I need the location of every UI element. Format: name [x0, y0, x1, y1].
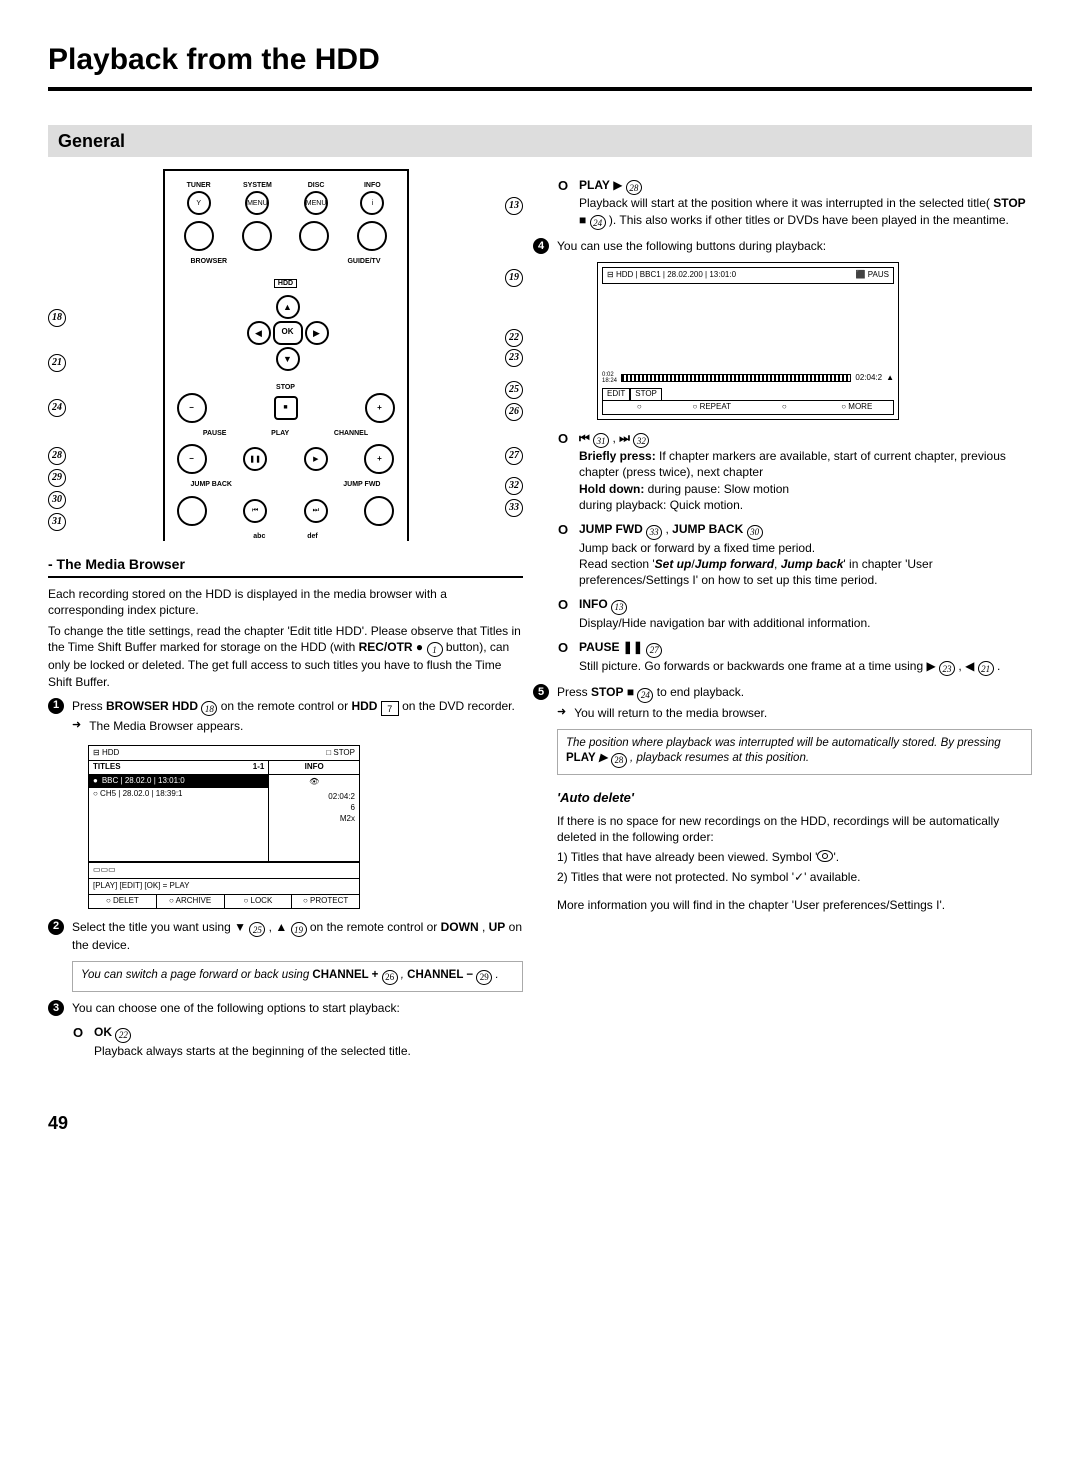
- auto-delete-item-1: 1) Titles that have already been viewed.…: [557, 849, 1032, 865]
- callout-30: 30: [48, 491, 66, 509]
- minus-icon: −: [177, 393, 207, 423]
- callout-24: 24: [48, 399, 66, 417]
- callout-25: 25: [505, 381, 523, 399]
- label-channel: CHANNEL: [334, 429, 368, 438]
- step-number-3: 3: [48, 1000, 64, 1016]
- step-5-sub: You will return to the media browser.: [557, 705, 1032, 721]
- screen-media-browser: ⊟ HDD □ STOP TITLES1-1 ●BBC | 28.02.0 | …: [88, 745, 360, 909]
- label-play: PLAY: [271, 429, 289, 438]
- minus-icon-2: −: [177, 444, 207, 474]
- step-1-sub: The Media Browser appears.: [72, 718, 523, 734]
- option-skip: O ⏮ 31 , ⏭ 32 Briefly press: If chapter …: [557, 430, 1032, 513]
- section-header-general: General: [48, 125, 1032, 157]
- tip-resume: The position where playback was interrup…: [557, 729, 1032, 775]
- auto-delete-p2: More information you will find in the ch…: [557, 897, 1032, 913]
- option-pause: O PAUSE ❚❚ 27 Still picture. Go forwards…: [557, 639, 1032, 676]
- step-number-5: 5: [533, 684, 549, 700]
- skip-back-icon: ⏮: [243, 499, 267, 523]
- right-column: O PLAY ▶ 28 Playback will start at the p…: [557, 169, 1032, 1061]
- skip-fwd-icon: ⏭: [304, 499, 328, 523]
- mb-paragraph-1: Each recording stored on the HDD is disp…: [48, 586, 523, 618]
- remote-diagram: TUNERY SYSTEMMENU DISCMENU INFOi BROWSER…: [48, 169, 523, 542]
- tip-channel-page: You can switch a page forward or back us…: [72, 961, 523, 992]
- label-def: def: [307, 532, 318, 541]
- mb-paragraph-2: To change the title settings, read the c…: [48, 623, 523, 690]
- right-arrow-icon: ▶: [305, 321, 329, 345]
- label-info: INFO: [364, 181, 381, 190]
- up-arrow-icon: ▲: [276, 295, 300, 319]
- callout-13: 13: [505, 197, 523, 215]
- label-pause: PAUSE: [203, 429, 227, 438]
- label-browser: BROWSER: [191, 257, 228, 266]
- heading-media-browser: - The Media Browser: [48, 555, 523, 578]
- auto-delete-item-2: 2) Titles that were not protected. No sy…: [557, 869, 1032, 885]
- left-column: TUNERY SYSTEMMENU DISCMENU INFOi BROWSER…: [48, 169, 523, 1061]
- heading-auto-delete: 'Auto delete': [557, 789, 1032, 807]
- callout-31: 31: [48, 513, 66, 531]
- callout-21: 21: [48, 354, 66, 372]
- ok-button-icon: OK: [273, 321, 303, 345]
- option-info: O INFO 13 Display/Hide navigation bar wi…: [557, 596, 1032, 631]
- plus-icon-2: +: [364, 444, 394, 474]
- callout-29: 29: [48, 469, 66, 487]
- label-abc: abc: [253, 532, 265, 541]
- label-tuner: TUNER: [187, 181, 211, 190]
- callout-32: 32: [505, 477, 523, 495]
- plus-icon: +: [365, 393, 395, 423]
- label-jump-back: JUMP BACK: [191, 480, 233, 489]
- step-number-1: 1: [48, 698, 64, 714]
- callout-23: 23: [505, 349, 523, 367]
- play-icon: ▶: [304, 447, 328, 471]
- callout-19: 19: [505, 269, 523, 287]
- callout-26: 26: [505, 403, 523, 421]
- pause-icon: ❚❚: [243, 447, 267, 471]
- callout-33: 33: [505, 499, 523, 517]
- page-number: 49: [48, 1111, 1032, 1135]
- step-number-4: 4: [533, 238, 549, 254]
- down-arrow-icon: ▼: [276, 347, 300, 371]
- step-1: 1 Press BROWSER HDD 18 on the remote con…: [48, 698, 523, 717]
- label-stop: STOP: [276, 384, 295, 391]
- step-3: 3 You can choose one of the following op…: [48, 1000, 523, 1016]
- option-ok: O OK 22 Playback always starts at the be…: [72, 1024, 523, 1059]
- option-play: O PLAY ▶ 28 Playback will start at the p…: [557, 177, 1032, 230]
- step-5: 5 Press STOP ■ 24 to end playback.: [533, 684, 1032, 703]
- eye-icon: [817, 850, 833, 862]
- label-jump-fwd: JUMP FWD: [343, 480, 380, 489]
- left-arrow-icon: ◀: [247, 321, 271, 345]
- label-hdd: HDD: [274, 279, 297, 288]
- callout-27: 27: [505, 447, 523, 465]
- label-guide: GUIDE/TV: [347, 257, 380, 266]
- auto-delete-p1: If there is no space for new recordings …: [557, 813, 1032, 845]
- step-number-2: 2: [48, 919, 64, 935]
- callout-28: 28: [48, 447, 66, 465]
- step-2: 2 Select the title you want using ▼ 25 ,…: [48, 919, 523, 954]
- callout-18: 18: [48, 309, 66, 327]
- screen-playback-bar: ⊟ HDD | BBC1 | 28.02.200 | 13:01:0 ⬛ PAU…: [597, 262, 899, 419]
- callout-22: 22: [505, 329, 523, 347]
- option-jump: O JUMP FWD 33 , JUMP BACK 30 Jump back o…: [557, 521, 1032, 588]
- page-title: Playback from the HDD: [48, 40, 1032, 91]
- label-system: SYSTEM: [243, 181, 272, 190]
- stop-icon: ■: [274, 396, 298, 420]
- step-4: 4 You can use the following buttons duri…: [533, 238, 1032, 254]
- dpad: ▲ ▼ ◀ ▶ OK: [231, 289, 341, 377]
- label-disc: DISC: [308, 181, 325, 190]
